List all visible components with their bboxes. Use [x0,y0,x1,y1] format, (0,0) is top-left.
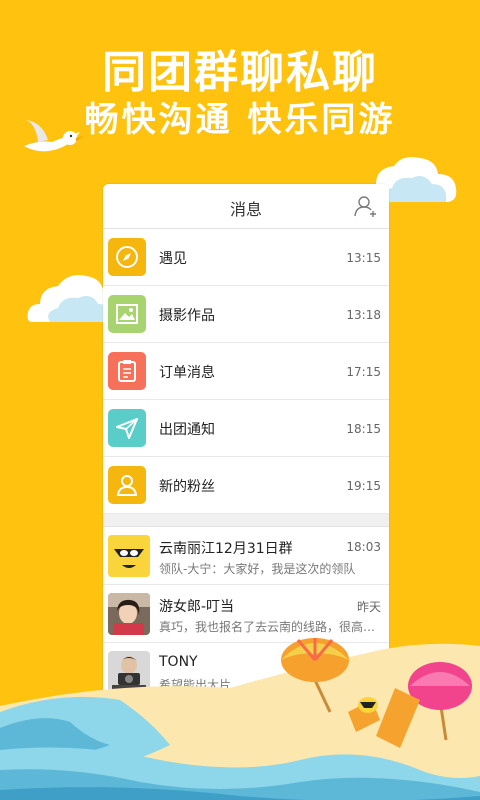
avatar [108,535,150,577]
page-title: 消息 [229,200,262,219]
menu-item-label: 遇见 [159,251,187,267]
menu-item-label: 摄影作品 [159,308,215,324]
chat-preview: 希望能出大片 [159,678,232,692]
menu-item-time: 17:15 [346,365,381,379]
chat-time: 18:03 [346,540,381,554]
chat-name: TONY [159,654,198,670]
menu-item-orders[interactable]: 订单消息 17:15 [103,343,389,400]
menu-item-time: 13:15 [346,251,381,265]
chat-item[interactable]: TONY 希望能出大片 [103,643,389,701]
menu-item-tour-notice[interactable]: 出团通知 18:15 [103,400,389,457]
menu-item-new-fans[interactable]: 新的粉丝 19:15 [103,457,389,514]
paper-plane-icon [108,409,146,447]
message-panel: 消息 遇见 13:15 摄影作品 13:18 订单消息 17:15 出团通知 1… [103,184,389,784]
chat-name: 游女郎-叮当 [159,599,235,615]
chat-name: 云南丽江12月31日群 [159,541,293,557]
menu-item-time: 19:15 [346,479,381,493]
menu-item-label: 新的粉丝 [159,479,215,495]
headline-title: 同团群聊私聊 [102,47,378,98]
chat-item[interactable]: 云南丽江12月31日群 领队-大宁：大家好，我是这次的领队 18:03 [103,527,389,585]
image-icon [108,295,146,333]
clipboard-icon [108,352,146,390]
add-friend-icon[interactable] [353,194,379,218]
menu-item-time: 18:15 [346,422,381,436]
menu-item-time: 13:18 [346,308,381,322]
top-bar: 消息 [103,184,389,229]
menu-item-encounter[interactable]: 遇见 13:15 [103,229,389,286]
compass-icon [108,238,146,276]
chat-preview: 领队-大宁：大家好，我是这次的领队 [159,562,356,576]
user-icon [108,466,146,504]
section-divider [103,514,389,527]
menu-item-photography[interactable]: 摄影作品 13:18 [103,286,389,343]
avatar [108,651,150,693]
seagull-illustration [24,120,84,152]
chat-preview: 真巧，我也报名了去云南的线路，很高… [159,620,376,634]
menu-item-label: 出团通知 [159,422,215,438]
chat-time: 昨天 [356,600,381,614]
avatar [108,593,150,635]
menu-item-label: 订单消息 [159,365,215,381]
chat-item[interactable]: 游女郎-叮当 真巧，我也报名了去云南的线路，很高… 昨天 [103,585,389,643]
